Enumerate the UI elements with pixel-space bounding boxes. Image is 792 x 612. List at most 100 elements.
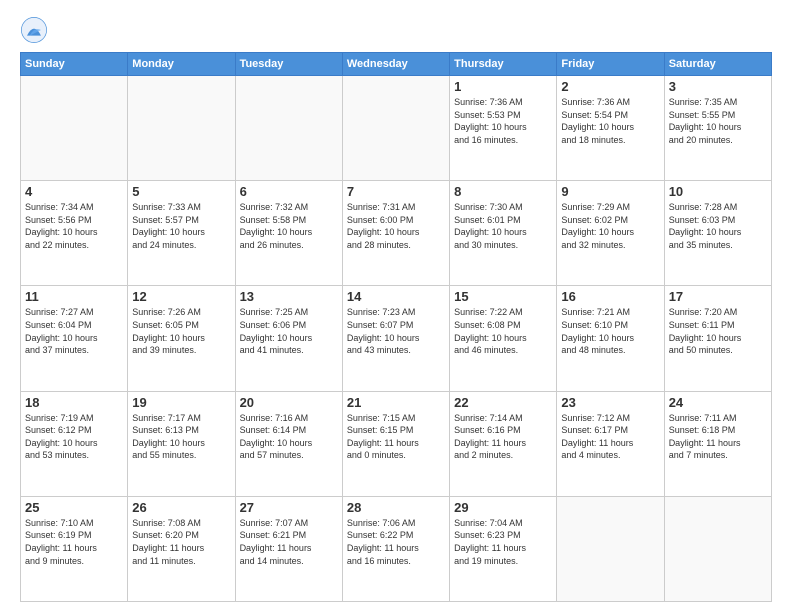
page: SundayMondayTuesdayWednesdayThursdayFrid… (0, 0, 792, 612)
calendar-cell (128, 76, 235, 181)
day-number: 16 (561, 289, 659, 304)
calendar-day-header: Tuesday (235, 53, 342, 76)
day-info: Sunrise: 7:26 AM Sunset: 6:05 PM Dayligh… (132, 306, 230, 356)
day-number: 21 (347, 395, 445, 410)
calendar-cell (235, 76, 342, 181)
day-number: 27 (240, 500, 338, 515)
day-info: Sunrise: 7:14 AM Sunset: 6:16 PM Dayligh… (454, 412, 552, 462)
day-number: 2 (561, 79, 659, 94)
calendar-cell: 4 Sunrise: 7:34 AM Sunset: 5:56 PM Daylig… (21, 181, 128, 286)
calendar-cell: 13 Sunrise: 7:25 AM Sunset: 6:06 PM Dayli… (235, 286, 342, 391)
day-number: 14 (347, 289, 445, 304)
calendar-cell: 23 Sunrise: 7:12 AM Sunset: 6:17 PM Dayli… (557, 391, 664, 496)
calendar-cell: 19 Sunrise: 7:17 AM Sunset: 6:13 PM Dayli… (128, 391, 235, 496)
calendar-cell (664, 496, 771, 601)
calendar-day-header: Saturday (664, 53, 771, 76)
calendar-header-row: SundayMondayTuesdayWednesdayThursdayFrid… (21, 53, 772, 76)
calendar-day-header: Friday (557, 53, 664, 76)
day-number: 1 (454, 79, 552, 94)
day-info: Sunrise: 7:15 AM Sunset: 6:15 PM Dayligh… (347, 412, 445, 462)
day-number: 3 (669, 79, 767, 94)
day-info: Sunrise: 7:16 AM Sunset: 6:14 PM Dayligh… (240, 412, 338, 462)
day-number: 23 (561, 395, 659, 410)
day-number: 13 (240, 289, 338, 304)
day-info: Sunrise: 7:23 AM Sunset: 6:07 PM Dayligh… (347, 306, 445, 356)
day-info: Sunrise: 7:25 AM Sunset: 6:06 PM Dayligh… (240, 306, 338, 356)
day-info: Sunrise: 7:27 AM Sunset: 6:04 PM Dayligh… (25, 306, 123, 356)
calendar-cell: 29 Sunrise: 7:04 AM Sunset: 6:23 PM Dayli… (450, 496, 557, 601)
day-number: 26 (132, 500, 230, 515)
day-info: Sunrise: 7:32 AM Sunset: 5:58 PM Dayligh… (240, 201, 338, 251)
calendar-cell: 24 Sunrise: 7:11 AM Sunset: 6:18 PM Dayli… (664, 391, 771, 496)
calendar-cell: 7Sunrise: 7:31 AM Sunset: 6:00 PM Daylig… (342, 181, 449, 286)
day-number: 10 (669, 184, 767, 199)
day-number: 17 (669, 289, 767, 304)
header (20, 16, 772, 44)
day-info: Sunrise: 7:12 AM Sunset: 6:17 PM Dayligh… (561, 412, 659, 462)
calendar-cell: 10 Sunrise: 7:28 AM Sunset: 6:03 PM Dayli… (664, 181, 771, 286)
week-row: 25 Sunrise: 7:10 AM Sunset: 6:19 PM Dayli… (21, 496, 772, 601)
day-number: 28 (347, 500, 445, 515)
calendar-cell (342, 76, 449, 181)
day-number: 4 (25, 184, 123, 199)
calendar-cell: 28 Sunrise: 7:06 AM Sunset: 6:22 PM Dayli… (342, 496, 449, 601)
calendar-table: SundayMondayTuesdayWednesdayThursdayFrid… (20, 52, 772, 602)
day-info: Sunrise: 7:22 AM Sunset: 6:08 PM Dayligh… (454, 306, 552, 356)
day-number: 24 (669, 395, 767, 410)
day-info: Sunrise: 7:06 AM Sunset: 6:22 PM Dayligh… (347, 517, 445, 567)
calendar-day-header: Wednesday (342, 53, 449, 76)
day-info: Sunrise: 7:04 AM Sunset: 6:23 PM Dayligh… (454, 517, 552, 567)
week-row: 18Sunrise: 7:19 AM Sunset: 6:12 PM Dayli… (21, 391, 772, 496)
day-info: Sunrise: 7:35 AM Sunset: 5:55 PM Dayligh… (669, 96, 767, 146)
day-number: 8 (454, 184, 552, 199)
week-row: 11 Sunrise: 7:27 AM Sunset: 6:04 PM Dayli… (21, 286, 772, 391)
calendar-cell: 11 Sunrise: 7:27 AM Sunset: 6:04 PM Dayli… (21, 286, 128, 391)
week-row: 1Sunrise: 7:36 AM Sunset: 5:53 PM Daylig… (21, 76, 772, 181)
day-info: Sunrise: 7:33 AM Sunset: 5:57 PM Dayligh… (132, 201, 230, 251)
logo (20, 16, 52, 44)
calendar-cell: 26Sunrise: 7:08 AM Sunset: 6:20 PM Dayli… (128, 496, 235, 601)
day-info: Sunrise: 7:07 AM Sunset: 6:21 PM Dayligh… (240, 517, 338, 567)
calendar-cell: 14 Sunrise: 7:23 AM Sunset: 6:07 PM Dayli… (342, 286, 449, 391)
calendar-cell: 3 Sunrise: 7:35 AM Sunset: 5:55 PM Daylig… (664, 76, 771, 181)
day-info: Sunrise: 7:28 AM Sunset: 6:03 PM Dayligh… (669, 201, 767, 251)
calendar-day-header: Thursday (450, 53, 557, 76)
day-number: 5 (132, 184, 230, 199)
day-number: 7 (347, 184, 445, 199)
day-number: 29 (454, 500, 552, 515)
calendar-cell: 21 Sunrise: 7:15 AM Sunset: 6:15 PM Dayli… (342, 391, 449, 496)
calendar-cell: 18Sunrise: 7:19 AM Sunset: 6:12 PM Dayli… (21, 391, 128, 496)
calendar-cell: 20 Sunrise: 7:16 AM Sunset: 6:14 PM Dayli… (235, 391, 342, 496)
calendar-day-header: Monday (128, 53, 235, 76)
day-number: 11 (25, 289, 123, 304)
day-number: 20 (240, 395, 338, 410)
day-info: Sunrise: 7:34 AM Sunset: 5:56 PM Dayligh… (25, 201, 123, 251)
day-info: Sunrise: 7:11 AM Sunset: 6:18 PM Dayligh… (669, 412, 767, 462)
day-info: Sunrise: 7:21 AM Sunset: 6:10 PM Dayligh… (561, 306, 659, 356)
day-number: 25 (25, 500, 123, 515)
day-number: 12 (132, 289, 230, 304)
calendar-cell: 27 Sunrise: 7:07 AM Sunset: 6:21 PM Dayli… (235, 496, 342, 601)
day-number: 15 (454, 289, 552, 304)
calendar-cell: 2 Sunrise: 7:36 AM Sunset: 5:54 PM Daylig… (557, 76, 664, 181)
calendar-cell: 16 Sunrise: 7:21 AM Sunset: 6:10 PM Dayli… (557, 286, 664, 391)
calendar-cell (21, 76, 128, 181)
day-info: Sunrise: 7:29 AM Sunset: 6:02 PM Dayligh… (561, 201, 659, 251)
day-info: Sunrise: 7:17 AM Sunset: 6:13 PM Dayligh… (132, 412, 230, 462)
calendar-cell: 22 Sunrise: 7:14 AM Sunset: 6:16 PM Dayli… (450, 391, 557, 496)
calendar-cell: 17Sunrise: 7:20 AM Sunset: 6:11 PM Dayli… (664, 286, 771, 391)
day-number: 19 (132, 395, 230, 410)
calendar-cell: 9 Sunrise: 7:29 AM Sunset: 6:02 PM Daylig… (557, 181, 664, 286)
logo-icon (20, 16, 48, 44)
day-info: Sunrise: 7:10 AM Sunset: 6:19 PM Dayligh… (25, 517, 123, 567)
calendar-cell: 25 Sunrise: 7:10 AM Sunset: 6:19 PM Dayli… (21, 496, 128, 601)
day-info: Sunrise: 7:36 AM Sunset: 5:54 PM Dayligh… (561, 96, 659, 146)
calendar-cell: 15 Sunrise: 7:22 AM Sunset: 6:08 PM Dayli… (450, 286, 557, 391)
calendar-cell (557, 496, 664, 601)
calendar-cell: 8Sunrise: 7:30 AM Sunset: 6:01 PM Daylig… (450, 181, 557, 286)
calendar-cell: 1Sunrise: 7:36 AM Sunset: 5:53 PM Daylig… (450, 76, 557, 181)
calendar-cell: 6Sunrise: 7:32 AM Sunset: 5:58 PM Daylig… (235, 181, 342, 286)
day-number: 9 (561, 184, 659, 199)
day-number: 22 (454, 395, 552, 410)
calendar-cell: 12 Sunrise: 7:26 AM Sunset: 6:05 PM Dayli… (128, 286, 235, 391)
